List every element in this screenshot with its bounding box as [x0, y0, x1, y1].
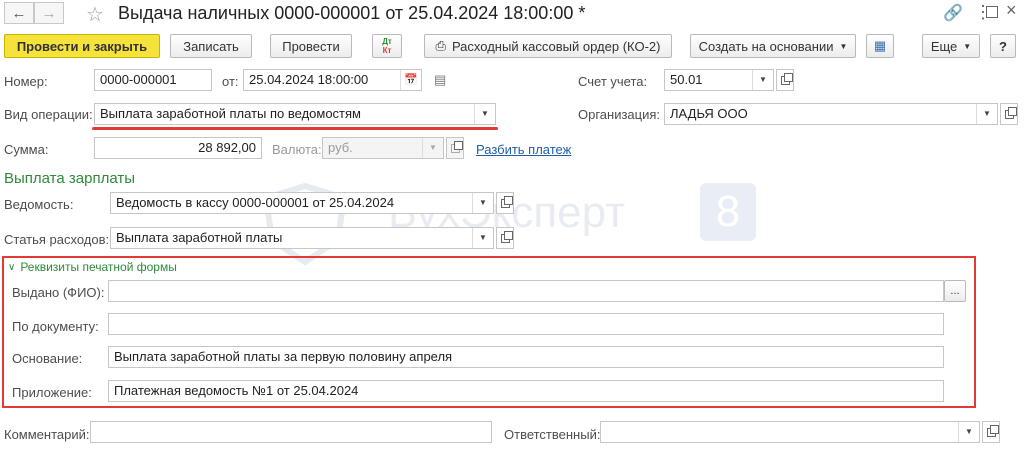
basis-field[interactable]: Выплата заработной платы за первую полов…	[108, 346, 944, 368]
chevron-down-icon[interactable]: ▼	[752, 70, 773, 90]
number-field[interactable]: 0000-000001	[94, 69, 212, 91]
chevron-down-icon: ▼	[422, 138, 443, 158]
chevron-down-icon[interactable]: ▼	[958, 422, 979, 442]
chevron-down-icon[interactable]: ▼	[472, 193, 493, 213]
create-based-label: Создать на основании	[698, 38, 834, 54]
dt-label: Дт	[382, 37, 392, 46]
chevron-down-icon: ▼	[839, 41, 848, 51]
issued-select-button[interactable]: ...	[944, 280, 966, 302]
doc-field[interactable]	[108, 313, 944, 335]
close-icon[interactable]: ×	[1006, 0, 1017, 21]
account-open-button[interactable]	[776, 69, 794, 91]
favorite-star-icon[interactable]: ☆	[86, 2, 104, 27]
statement-value: Ведомость в кассу 0000-000001 от 25.04.2…	[116, 195, 395, 210]
window-title: Выдача наличных 0000-000001 от 25.04.202…	[118, 3, 586, 23]
print-order-label: Расходный кассовый ордер (КО-2)	[451, 38, 661, 54]
account-field[interactable]: 50.01 ▼	[664, 69, 774, 91]
sum-field[interactable]: 28 892,00	[94, 137, 262, 159]
attach-field[interactable]: Платежная ведомость №1 от 25.04.2024	[108, 380, 944, 402]
structure-button[interactable]: ▦	[866, 34, 894, 58]
org-field[interactable]: ЛАДЬЯ ООО ▼	[664, 103, 998, 125]
issued-field[interactable]	[108, 280, 944, 302]
salary-section-title: Выплата зарплаты	[4, 170, 135, 187]
maximize-icon[interactable]	[986, 6, 998, 18]
comment-label: Комментарий:	[4, 427, 90, 442]
print-order-button[interactable]: ⎙ Расходный кассовый ордер (КО-2)	[424, 34, 672, 58]
doc-label: По документу:	[12, 319, 99, 334]
expense-value: Выплата заработной платы	[116, 230, 283, 245]
account-value: 50.01	[670, 72, 703, 87]
chevron-down-icon[interactable]: ▼	[472, 228, 493, 248]
number-label: Номер:	[4, 74, 48, 89]
back-button[interactable]: ←	[4, 2, 34, 24]
open-icon	[780, 72, 793, 85]
operation-value: Выплата заработной платы по ведомостям	[100, 106, 361, 121]
more-button[interactable]: Еще ▼	[922, 34, 980, 58]
open-icon	[450, 140, 463, 153]
chevron-down-icon: ∨	[8, 261, 16, 273]
expense-field[interactable]: Выплата заработной платы ▼	[110, 227, 494, 249]
issued-label: Выдано (ФИО):	[12, 285, 105, 300]
operation-field[interactable]: Выплата заработной платы по ведомостям ▼	[94, 103, 496, 125]
operation-label: Вид операции:	[4, 107, 93, 122]
print-form-title: Реквизиты печатной формы	[20, 260, 177, 274]
expense-label: Статья расходов:	[4, 232, 110, 247]
post-button[interactable]: Провести	[270, 34, 352, 58]
attach-label: Приложение:	[12, 385, 92, 400]
forward-button[interactable]: →	[34, 2, 64, 24]
basis-label: Основание:	[12, 351, 83, 366]
arrow-left-icon: ←	[11, 4, 27, 22]
structure-icon: ▦	[873, 38, 887, 53]
printer-icon: ⎙	[435, 38, 446, 53]
currency-open-button	[446, 137, 464, 159]
responsible-field[interactable]: ▼	[600, 421, 980, 443]
save-button[interactable]: Записать	[170, 34, 252, 58]
dt-kt-button[interactable]: Дт Кт	[372, 34, 402, 58]
date-value: 25.04.2024 18:00:00	[249, 72, 369, 87]
date-field[interactable]: 25.04.2024 18:00:00 📅	[243, 69, 422, 91]
org-value: ЛАДЬЯ ООО	[670, 106, 748, 121]
kt-label: Кт	[382, 46, 392, 55]
statement-label: Ведомость:	[4, 197, 74, 212]
help-button[interactable]: ?	[990, 34, 1016, 58]
operation-underline	[92, 127, 498, 130]
org-label: Организация:	[578, 107, 661, 122]
responsible-open-button[interactable]	[982, 421, 1000, 443]
open-icon	[1004, 106, 1017, 119]
currency-field[interactable]: руб. ▼	[322, 137, 444, 159]
account-label: Счет учета:	[578, 74, 648, 89]
open-icon	[500, 230, 513, 243]
currency-label: Валюта:	[272, 142, 322, 157]
link-icon[interactable]: 🔗	[943, 3, 963, 23]
create-based-button[interactable]: Создать на основании ▼	[690, 34, 856, 58]
chevron-down-icon[interactable]: ▼	[474, 104, 495, 124]
post-and-close-button[interactable]: Провести и закрыть	[4, 34, 160, 58]
watermark-badge: 8	[700, 183, 756, 241]
more-label: Еще	[930, 38, 958, 54]
statement-field[interactable]: Ведомость в кассу 0000-000001 от 25.04.2…	[110, 192, 494, 214]
currency-value: руб.	[328, 140, 353, 155]
responsible-label: Ответственный:	[504, 427, 601, 442]
date-label: от:	[222, 74, 239, 89]
org-open-button[interactable]	[1000, 103, 1018, 125]
chevron-down-icon[interactable]: ▼	[976, 104, 997, 124]
chevron-down-icon: ▼	[963, 41, 972, 51]
statement-open-button[interactable]	[496, 192, 514, 214]
open-icon	[986, 424, 999, 437]
expense-open-button[interactable]	[496, 227, 514, 249]
history-icon[interactable]: ▤	[434, 72, 446, 88]
watermark-digit: 8	[715, 187, 741, 236]
print-form-toggle[interactable]: ∨ Реквизиты печатной формы	[8, 260, 177, 274]
comment-field[interactable]	[90, 421, 492, 443]
sum-label: Сумма:	[4, 142, 49, 157]
split-payment-link[interactable]: Разбить платеж	[476, 142, 571, 157]
arrow-right-icon: →	[41, 4, 57, 22]
calendar-icon[interactable]: 📅	[400, 70, 421, 90]
open-icon	[500, 195, 513, 208]
